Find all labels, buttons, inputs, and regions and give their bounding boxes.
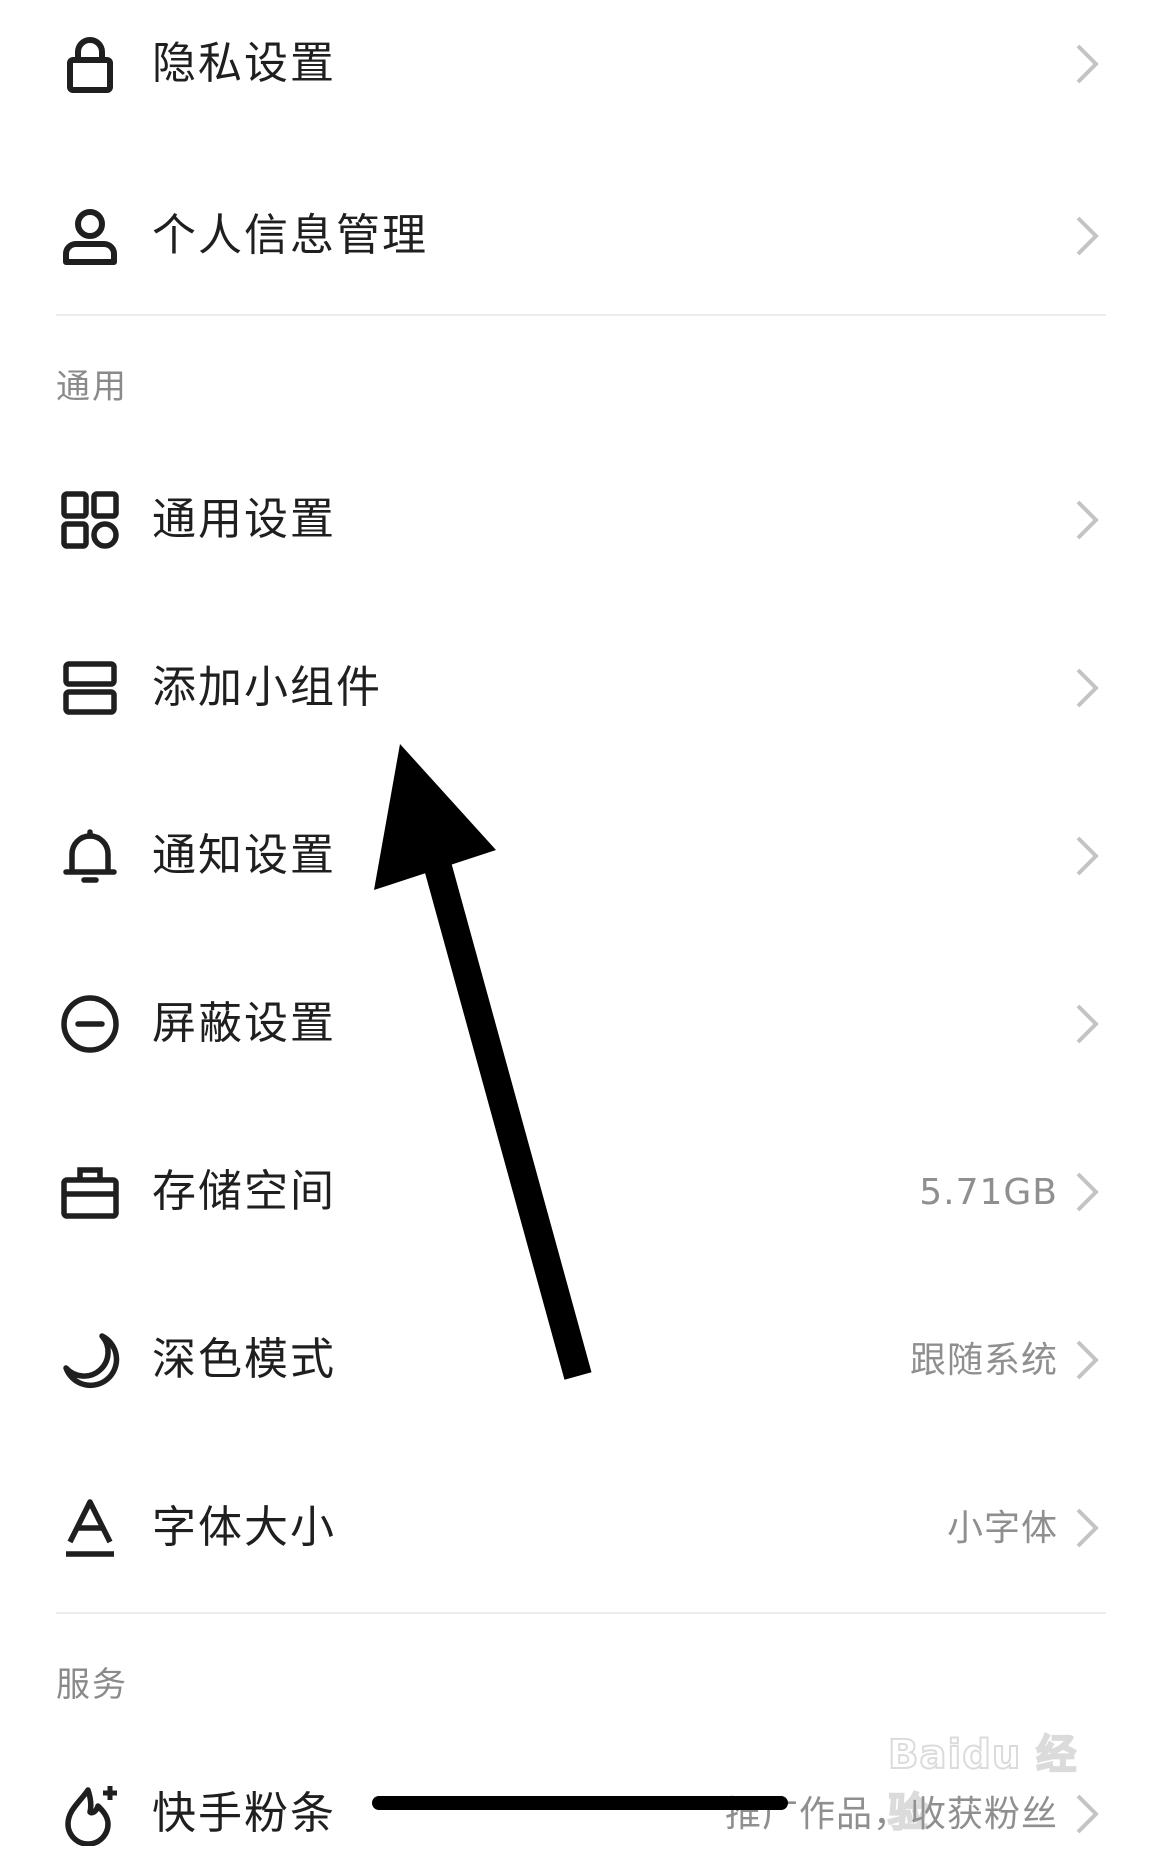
notification-settings-label: 通知设置 xyxy=(152,830,336,881)
section-divider xyxy=(56,314,1106,316)
chevron-right-icon xyxy=(1068,834,1108,878)
settings-row-privacy[interactable]: 隐私设置 xyxy=(0,4,1170,124)
chevron-right-icon xyxy=(1068,498,1108,542)
moon-icon xyxy=(58,1328,122,1392)
block-icon xyxy=(58,992,122,1056)
settings-row-general[interactable]: 通用设置 xyxy=(0,460,1170,580)
privacy-settings-label: 隐私设置 xyxy=(152,38,336,89)
storage-label: 存储空间 xyxy=(152,1166,336,1217)
dark-mode-label: 深色模式 xyxy=(152,1334,336,1385)
storage-value: 5.71GB xyxy=(919,1172,1058,1213)
section-header-general: 通用 xyxy=(56,367,128,407)
storage-icon xyxy=(58,1160,122,1224)
lock-icon xyxy=(58,32,122,96)
chevron-right-icon xyxy=(1068,1506,1108,1550)
add-widget-label: 添加小组件 xyxy=(152,662,382,713)
settings-row-dark-mode[interactable]: 深色模式 跟随系统 xyxy=(0,1300,1170,1420)
settings-row-storage[interactable]: 存储空间 5.71GB xyxy=(0,1132,1170,1252)
dark-mode-value: 跟随系统 xyxy=(909,1340,1058,1381)
baidu-watermark: Baidu 经验 xyxy=(887,1700,1098,1837)
person-icon xyxy=(58,204,122,268)
block-settings-label: 屏蔽设置 xyxy=(152,998,336,1049)
settings-row-personal-info[interactable]: 个人信息管理 xyxy=(0,176,1170,296)
section-divider xyxy=(56,1612,1106,1614)
chevron-right-icon xyxy=(1068,666,1108,710)
grid-icon xyxy=(58,488,122,552)
widget-icon xyxy=(58,656,122,720)
personal-info-label: 个人信息管理 xyxy=(152,210,428,261)
fen-tiao-label: 快手粉条 xyxy=(152,1788,336,1839)
settings-row-notifications[interactable]: 通知设置 xyxy=(0,796,1170,916)
settings-row-add-widget[interactable]: 添加小组件 xyxy=(0,628,1170,748)
flame-plus-icon xyxy=(58,1782,122,1846)
general-settings-label: 通用设置 xyxy=(152,494,336,545)
watermark-text: Baidu 经验 xyxy=(887,1731,1078,1837)
chevron-right-icon xyxy=(1068,42,1108,86)
settings-row-block[interactable]: 屏蔽设置 xyxy=(0,964,1170,1084)
chevron-right-icon xyxy=(1068,214,1108,258)
chevron-right-icon xyxy=(1068,1338,1108,1382)
settings-row-font-size[interactable]: 字体大小 小字体 xyxy=(0,1468,1170,1588)
section-header-services: 服务 xyxy=(56,1665,128,1705)
bell-icon xyxy=(58,824,122,888)
chevron-right-icon xyxy=(1068,1002,1108,1046)
chevron-right-icon xyxy=(1068,1170,1108,1214)
font-size-label: 字体大小 xyxy=(152,1502,336,1553)
font-size-icon xyxy=(58,1496,122,1560)
font-size-value: 小字体 xyxy=(946,1508,1058,1549)
home-indicator[interactable] xyxy=(372,1796,788,1810)
